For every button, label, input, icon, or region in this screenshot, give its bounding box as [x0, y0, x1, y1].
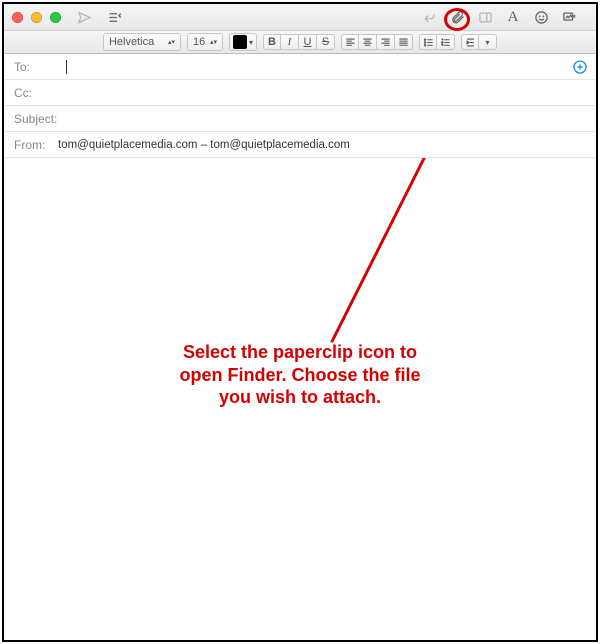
text-style-group: B I U S: [263, 34, 335, 50]
to-row[interactable]: To:: [4, 54, 596, 80]
strikethrough-button[interactable]: S: [317, 34, 335, 50]
compose-header: To: Cc: Subject: From: tom@quietplacemed…: [4, 54, 596, 158]
mail-compose-window: A Helvetica ▴▾ 16 ▴▾ ▾ B I U S: [2, 2, 598, 642]
format-icon[interactable]: A: [500, 7, 526, 27]
number-list-icon[interactable]: [437, 34, 455, 50]
annotation-line2: open Finder. Choose the file: [4, 364, 596, 387]
subject-row[interactable]: Subject:: [4, 106, 596, 132]
annotation-line1: Select the paperclip icon to: [4, 341, 596, 364]
font-family-select[interactable]: Helvetica ▴▾: [103, 33, 181, 51]
font-size-select[interactable]: 16 ▴▾: [187, 33, 223, 51]
attach-icon[interactable]: [444, 7, 470, 27]
annotation-text: Select the paperclip icon to open Finder…: [4, 341, 596, 409]
to-label: To:: [14, 60, 64, 74]
align-left-icon[interactable]: [341, 34, 359, 50]
cc-row[interactable]: Cc:: [4, 80, 596, 106]
add-recipient-icon[interactable]: [572, 59, 588, 75]
sidebar-icon[interactable]: [472, 7, 498, 27]
header-options-icon[interactable]: [101, 7, 127, 27]
text-color-picker[interactable]: ▾: [229, 33, 257, 51]
from-label: From:: [14, 138, 58, 152]
send-icon[interactable]: [71, 7, 97, 27]
cc-label: Cc:: [14, 86, 64, 100]
text-caret: [66, 60, 67, 74]
annotation-arrow: [4, 158, 596, 418]
indent-group: ▾: [461, 34, 497, 50]
stepper-icon: ▴▾: [168, 40, 175, 45]
italic-button[interactable]: I: [281, 34, 299, 50]
chevron-down-icon: ▾: [485, 38, 489, 47]
traffic-lights: [12, 12, 61, 23]
annotation-line3: you wish to attach.: [4, 386, 596, 409]
align-center-icon[interactable]: [359, 34, 377, 50]
chevron-down-icon: ▾: [249, 38, 253, 47]
align-justify-icon[interactable]: [395, 34, 413, 50]
reply-icon[interactable]: [416, 7, 442, 27]
underline-button[interactable]: U: [299, 34, 317, 50]
subject-label: Subject:: [14, 112, 68, 126]
media-browser-icon[interactable]: [556, 7, 582, 27]
font-family-value: Helvetica: [109, 36, 154, 48]
format-toolbar: Helvetica ▴▾ 16 ▴▾ ▾ B I U S ▾: [4, 30, 596, 54]
from-row[interactable]: From: tom@quietplacemedia.com – tom@quie…: [4, 132, 596, 158]
list-group: [419, 34, 455, 50]
bold-button[interactable]: B: [263, 34, 281, 50]
bullet-list-icon[interactable]: [419, 34, 437, 50]
zoom-icon[interactable]: [50, 12, 61, 23]
alignment-group: [341, 34, 413, 50]
color-swatch-icon: [233, 35, 247, 49]
message-body[interactable]: Select the paperclip icon to open Finder…: [4, 158, 596, 640]
stepper-icon: ▴▾: [210, 40, 217, 45]
minimize-icon[interactable]: [31, 12, 42, 23]
indent-button[interactable]: [461, 34, 479, 50]
indent-dropdown[interactable]: ▾: [479, 34, 497, 50]
emoji-icon[interactable]: [528, 7, 554, 27]
close-icon[interactable]: [12, 12, 23, 23]
window-titlebar: A: [4, 4, 596, 30]
align-right-icon[interactable]: [377, 34, 395, 50]
font-size-value: 16: [193, 36, 205, 48]
from-value: tom@quietplacemedia.com – tom@quietplace…: [58, 139, 350, 151]
